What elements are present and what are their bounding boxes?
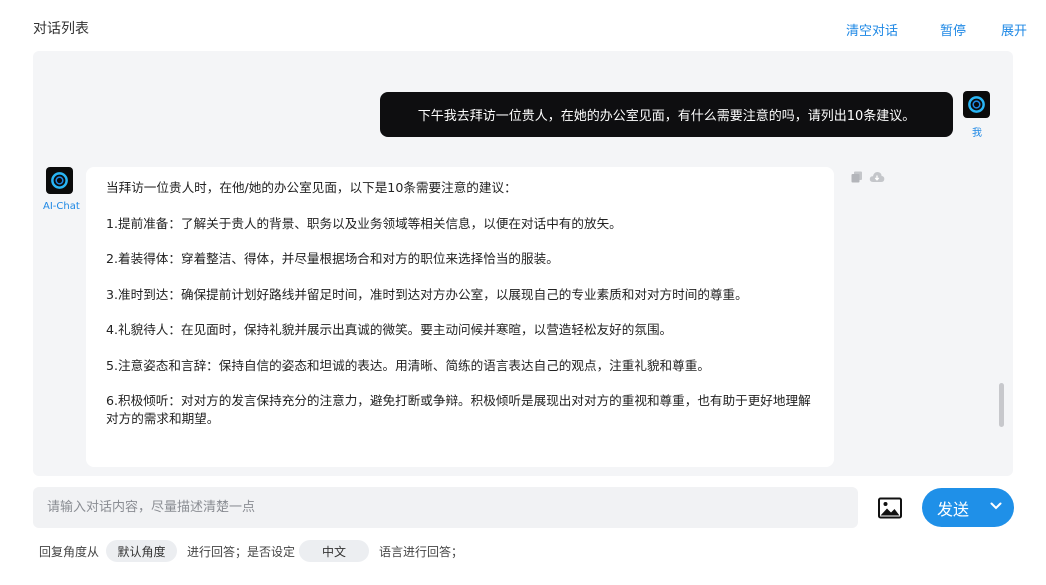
ai-paragraph: 5.注意姿态和言辞：保持自信的姿态和坦诚的表达。用清晰、简练的语言表达自己的观点…	[106, 357, 710, 373]
ai-paragraph: 2.着装得体：穿着整洁、得体，并尽量根据场合和对方的职位来选择恰当的服装。	[106, 251, 559, 266]
ai-paragraph: 当拜访一位贵人时，在他/她的办公室见面，以下是10条需要注意的建议：	[106, 180, 517, 195]
user-avatar-label: 我	[972, 128, 982, 139]
pause-button[interactable]: 暂停	[940, 20, 966, 39]
options-prefix: 回复角度从	[39, 545, 100, 559]
clear-chat-button[interactable]: 清空对话	[846, 20, 898, 39]
ai-paragraph: 6.积极倾听：对对方的发言保持充分的注意力，避免打断或争辩。积极倾听是展现出对对…	[106, 393, 811, 426]
language-selector[interactable]: 中文	[299, 540, 369, 562]
page-title: 对话列表	[33, 21, 89, 37]
ai-logo-icon	[51, 172, 68, 189]
ai-paragraph: 3.准时到达：确保提前计划好路线并留足时间，准时到达对方办公室，以展现自己的专业…	[106, 286, 748, 302]
message-tools	[851, 168, 885, 187]
ai-avatar	[46, 167, 73, 194]
cloud-download-icon[interactable]	[869, 168, 885, 187]
image-upload-button[interactable]	[878, 497, 902, 519]
chat-input[interactable]	[33, 487, 858, 528]
chat-panel[interactable]: 下午我去拜访一位贵人，在她的办公室见面，有什么需要注意的吗，请列出10条建议。 …	[33, 51, 1013, 476]
ai-logo-icon	[968, 96, 985, 113]
user-avatar	[963, 91, 990, 118]
expand-button[interactable]: 展开	[1001, 20, 1027, 39]
ai-avatar-label: AI-Chat	[43, 201, 80, 212]
ai-paragraph: 1.提前准备：了解关于贵人的背景、职务以及业务领域等相关信息，以便在对话中有的放…	[106, 215, 622, 231]
options-suffix: 语言进行回答；	[379, 545, 464, 559]
ai-message: 当拜访一位贵人时，在他/她的办公室见面，以下是10条需要注意的建议： 1.提前准…	[86, 167, 834, 467]
options-middle: 进行回答；是否设定	[187, 545, 296, 559]
user-message: 下午我去拜访一位贵人，在她的办公室见面，有什么需要注意的吗，请列出10条建议。	[380, 92, 953, 137]
send-label: 发送	[937, 499, 970, 519]
ai-paragraph: 4.礼貌待人：在见面时，保持礼貌并展示出真诚的微笑。要主动问候并寒暄，以营造轻松…	[106, 322, 673, 337]
send-button[interactable]: 发送	[922, 488, 1014, 527]
image-icon	[878, 497, 902, 519]
chat-scrollbar[interactable]	[999, 383, 1004, 427]
copy-icon[interactable]	[851, 168, 863, 187]
angle-selector[interactable]: 默认角度	[106, 540, 177, 562]
chevron-down-icon[interactable]	[990, 502, 1002, 510]
